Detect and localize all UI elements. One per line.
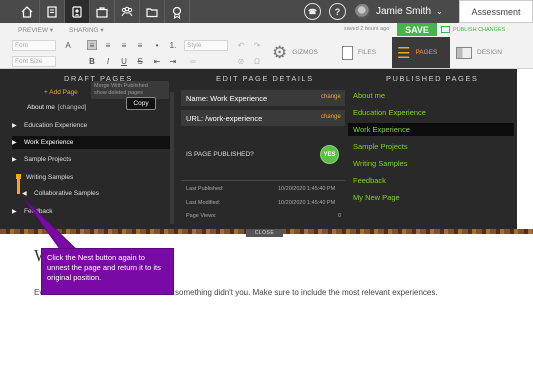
community-icon[interactable] [115, 0, 140, 23]
expand-caret-icon[interactable]: ▶ [12, 156, 24, 163]
changed-badge: [changed] [57, 104, 87, 111]
draft-item-about-me[interactable]: About me [changed] [27, 104, 86, 111]
published-item-work-experience[interactable]: Work Experience [348, 123, 514, 136]
last-modified-value: 10/20/2020 1:45:40 PM [278, 200, 336, 206]
preview-menu[interactable]: PREVIEW ▾ [18, 26, 53, 34]
bold-icon[interactable]: B [87, 56, 97, 66]
outdent-icon[interactable]: ⇤ [152, 56, 162, 66]
avatar [355, 4, 370, 19]
undo-icon[interactable]: ↶ [236, 40, 246, 50]
numbered-list-icon[interactable]: 1. [168, 40, 178, 50]
align-justify-icon[interactable]: ≡ [135, 40, 145, 50]
change-name-link[interactable]: change [321, 94, 341, 100]
edit-page-details-heading: EDIT PAGE DETAILS [216, 74, 314, 83]
draft-item-writing-samples[interactable]: Writing Samples [12, 171, 170, 184]
italic-icon[interactable]: I [103, 56, 113, 66]
top-navigation-bar: ☎ ? Jamie Smith ⌄ Assessment [0, 0, 533, 23]
draft-item-work-experience[interactable]: ▶ Work Experience [12, 136, 170, 149]
change-url-link[interactable]: change [321, 114, 341, 120]
align-center-icon[interactable]: ≡ [103, 40, 113, 50]
home-icon[interactable] [15, 0, 40, 23]
clear-format-icon[interactable]: ⊘ [236, 56, 246, 66]
pages-tab[interactable]: ☰ PAGES [392, 37, 450, 68]
support-icon[interactable]: ☎ [304, 3, 321, 20]
published-item-education[interactable]: Education Experience [348, 106, 514, 119]
published-item-about-me[interactable]: About me [348, 89, 514, 102]
save-button[interactable]: SAVE [397, 23, 437, 36]
portfolio-icon[interactable] [65, 0, 90, 23]
files-tab[interactable]: FILES [342, 37, 376, 68]
nest-indicator-line [17, 175, 20, 194]
draft-item-feedback[interactable]: ▶ Feedback [12, 205, 170, 218]
style-select[interactable]: Style [184, 40, 228, 51]
chevron-down-icon: ⌄ [436, 7, 443, 16]
monitor-icon [441, 26, 450, 33]
add-page-link[interactable]: + Add Page [44, 89, 78, 96]
draft-item-education[interactable]: ▶ Education Experience [12, 119, 170, 132]
published-toggle[interactable]: YES [320, 145, 339, 164]
published-pages-heading: PUBLISHED PAGES [386, 74, 479, 83]
close-button[interactable]: CLOSE [246, 229, 283, 237]
design-icon [456, 46, 472, 59]
expand-caret-icon[interactable]: ▶ [12, 208, 24, 215]
award-icon[interactable] [165, 0, 190, 23]
folder-icon[interactable] [140, 0, 165, 23]
strikethrough-icon[interactable]: S [135, 56, 145, 66]
published-item-writing-samples[interactable]: Writing Samples [348, 157, 514, 170]
redo-icon[interactable]: ↷ [252, 40, 262, 50]
published-question: IS PAGE PUBLISHED? [186, 151, 254, 158]
saved-status: saved 2 hours ago [344, 26, 390, 32]
page-views-value: 0 [338, 213, 342, 219]
help-icon[interactable]: ? [329, 3, 346, 20]
divider [181, 180, 345, 181]
sharing-menu[interactable]: SHARING ▾ [69, 26, 104, 34]
drafts-scrollbar[interactable] [170, 92, 174, 224]
text-case-icon[interactable]: A [63, 40, 73, 50]
assessment-button[interactable]: Assessment [459, 0, 533, 23]
draft-item-sample-projects[interactable]: ▶ Sample Projects [12, 153, 170, 166]
publish-changes-button[interactable]: PUBLISH CHANGES [441, 23, 509, 36]
link-icon[interactable]: ∞ [188, 56, 198, 66]
design-tab[interactable]: DESIGN [456, 37, 502, 68]
font-size-select[interactable]: Font Size [12, 56, 56, 67]
font-select[interactable]: Font [12, 40, 56, 51]
tutorial-callout: Click the Nest button again to unnest th… [41, 248, 174, 295]
underline-icon[interactable]: U [119, 56, 129, 66]
align-right-icon[interactable]: ≡ [119, 40, 129, 50]
indent-icon[interactable]: ⇥ [168, 56, 178, 66]
scroll-icon[interactable] [40, 0, 65, 23]
draft-item-collaborative-samples[interactable]: ◀ Collaborative Samples [12, 187, 170, 200]
last-published-label: Last Published: [186, 186, 224, 192]
user-name: Jamie Smith [376, 6, 432, 17]
page-body-text-end: something didn't you. Make sure to inclu… [175, 288, 438, 297]
briefcase-icon[interactable] [90, 0, 115, 23]
published-item-sample-projects[interactable]: Sample Projects [348, 140, 514, 153]
last-published-value: 10/20/2020 1:45:40 PM [278, 186, 336, 192]
copy-button[interactable]: Copy [126, 97, 156, 110]
gears-icon: ⚙ [272, 42, 288, 62]
last-modified-label: Last Modified: [186, 200, 221, 206]
pages-list-icon: ☰ [397, 44, 411, 62]
insert-symbol-icon[interactable]: Ω [252, 56, 262, 66]
align-left-icon[interactable]: ≡ [87, 40, 97, 50]
published-item-my-new-page[interactable]: My New Page [348, 191, 514, 204]
bullet-list-icon[interactable]: • [152, 40, 162, 50]
collapse-caret-icon[interactable]: ◀ [22, 190, 34, 197]
file-icon [342, 45, 353, 60]
published-item-feedback[interactable]: Feedback [348, 174, 514, 187]
user-menu[interactable]: Jamie Smith ⌄ [355, 0, 459, 23]
expand-caret-icon[interactable]: ▶ [12, 122, 24, 129]
expand-caret-icon[interactable]: ▶ [12, 139, 24, 146]
page-views-label: Page Views: [186, 213, 217, 219]
gizmos-tab[interactable]: ⚙ GIZMOS [272, 37, 318, 68]
